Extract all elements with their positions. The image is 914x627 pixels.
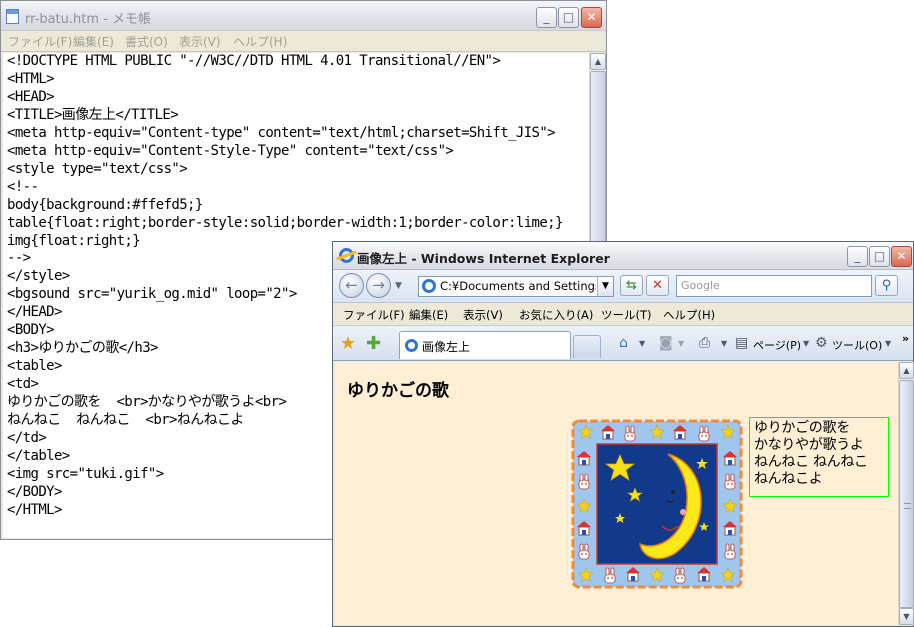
ie-window: 画像左上 - Windows Internet Explorer _ □ ✕ ←… [332,241,914,627]
rss-dropdown-icon[interactable]: ▼ [678,339,684,348]
chevron-up-icon: ▲ [594,57,602,66]
home-icon[interactable]: ⌂ [619,335,628,351]
add-favorite-icon[interactable]: ✚ [366,333,381,354]
page-heading: ゆりかごの歌 [347,381,449,401]
print-dropdown-icon[interactable]: ▼ [721,339,727,348]
notepad-title: rr-batu.htm - メモ帳 [25,12,151,27]
address-dropdown-button[interactable]: ▼ [597,277,613,296]
forward-icon: → [372,276,385,294]
ie-menubar: ファイル(F) 編集(E) 表示(V) お気に入り(A) ツール(T) ヘルプ(… [333,303,913,325]
poem-table: ゆりかごの歌を かなりやが歌うよ ねんねこ ねんねこ ねんねこよ [749,417,889,497]
code-line: body{background:#ffefd5;} [7,196,203,213]
ie-menu-favorites[interactable]: お気に入り(A) [519,307,593,323]
tab-current[interactable]: 画像左上 [399,331,571,359]
close-button[interactable]: ✕ [581,7,602,28]
search-icon: ⚲ [881,278,892,293]
minimize-icon: _ [543,10,550,24]
poem-line: ねんねこ ねんねこ [754,454,868,470]
forward-button[interactable]: → [366,273,391,298]
search-input[interactable]: Google [676,275,872,297]
ie-menu-help[interactable]: ヘルプ(H) [663,307,715,323]
menu-help[interactable]: ヘルプ(H) [233,33,287,50]
back-icon: ← [345,276,358,294]
moon-image [571,419,743,589]
ie-menu-edit[interactable]: 編集(E) [409,307,448,323]
poem-line: ねんねこよ [754,471,823,487]
tab-label: 画像左上 [422,340,471,354]
menu-file[interactable]: ファイル(F) [8,33,72,50]
close-icon: ✕ [586,10,597,24]
rss-icon[interactable]: ◙ [659,335,673,351]
code-line: <meta http-equiv="Content-Style-Type" co… [7,142,454,159]
address-text: C:¥Documents and Settings¥hi [440,279,596,293]
page-dropdown-icon[interactable]: ▼ [803,339,809,348]
code-line: <style type="text/css"> [7,160,188,177]
minimize-button[interactable]: _ [536,7,557,28]
code-line: table{float:right;border-style:solid;bor… [7,214,563,231]
stop-button[interactable]: ✕ [646,275,669,296]
ie-scroll-up-button[interactable]: ▲ [899,362,914,379]
code-line: <!-- [7,178,39,195]
ie-scrollbar[interactable]: ▲ ▼ [898,362,914,625]
ie-scroll-down-button[interactable]: ▼ [899,608,914,625]
history-dropdown-icon[interactable]: ▼ [395,281,402,291]
menu-format[interactable]: 書式(O) [125,33,168,50]
ie-close-button[interactable]: ✕ [891,246,912,267]
stop-icon: ✕ [652,278,663,293]
notepad-menubar: ファイル(F) 編集(E) 書式(O) 表示(V) ヘルプ(H) [1,31,606,52]
ie-titlebar[interactable]: 画像左上 - Windows Internet Explorer _ □ ✕ [333,242,913,270]
ie-menu-tools[interactable]: ツール(T) [601,307,652,323]
close-icon: ✕ [896,249,907,263]
tools-menu-button[interactable]: ツール(O) [832,337,882,353]
code-line: <TITLE>画像左上</TITLE> [7,106,179,123]
ie-logo-icon [339,248,354,263]
refresh-button[interactable]: ⇆ [620,275,643,296]
code-line: <!DOCTYPE HTML PUBLIC "-//W3C//DTD HTML … [7,53,501,69]
notepad-icon [6,9,19,24]
grip-icon [904,503,911,509]
code-line: <HEAD> [7,88,55,105]
tools-dropdown-icon[interactable]: ▼ [885,339,891,348]
page-viewport[interactable]: ゆりかごの歌 ゆりかごの歌を かなりやが歌うよ ねんねこ ねんねこ ねんねこよ [335,362,898,625]
maximize-icon: □ [873,249,886,263]
home-dropdown-icon[interactable]: ▼ [639,339,645,348]
page-icon [405,339,418,352]
poem-line: かなりやが歌うよ [754,437,864,453]
toolbar-overflow-chevron-icon[interactable]: » [902,332,909,345]
scroll-up-button[interactable]: ▲ [590,53,606,70]
back-button[interactable]: ← [339,273,364,298]
code-line: <meta http-equiv="Content-type" content=… [7,124,556,141]
new-tab-button[interactable] [573,335,601,358]
code-line: <HTML> [7,70,55,87]
address-input[interactable]: C:¥Documents and Settings¥hi ▼ [418,276,614,297]
ie-menu-file[interactable]: ファイル(F) [343,307,405,323]
chevron-down-icon: ▼ [903,612,910,621]
ie-maximize-button[interactable]: □ [869,246,890,267]
maximize-button[interactable]: □ [558,7,579,28]
poem-line: ゆりかごの歌を [754,420,850,436]
minimize-icon: _ [854,249,861,263]
ie-title: 画像左上 - Windows Internet Explorer [357,251,610,266]
maximize-icon: □ [562,10,575,24]
ie-minimize-button[interactable]: _ [847,246,868,267]
favorites-star-icon[interactable]: ★ [340,333,356,354]
refresh-icon: ⇆ [626,278,637,293]
search-button[interactable]: ⚲ [875,275,898,296]
ie-menu-view[interactable]: 表示(V) [463,307,503,323]
page-menu-button[interactable]: ページ(P) [753,337,801,353]
ie-tab-bar: ★ ✚ 画像左上 ⌂ ▼ ◙ ▼ ⎙ ▼ ▤ ページ(P) ▼ ⚙ ツール(O)… [333,325,913,361]
print-icon[interactable]: ⎙ [699,335,710,351]
ie-scroll-thumb[interactable] [899,380,914,608]
menu-view[interactable]: 表示(V) [179,33,221,50]
notepad-titlebar[interactable]: rr-batu.htm - メモ帳 _ □ ✕ [1,1,606,31]
page-icon [422,279,436,293]
gear-icon: ⚙ [815,335,828,351]
chevron-up-icon: ▲ [903,366,910,375]
chevron-down-icon: ▼ [602,281,609,291]
ie-address-bar: ← → ▼ C:¥Documents and Settings¥hi ▼ ⇆ ✕… [333,270,913,303]
menu-edit[interactable]: 編集(E) [73,33,114,50]
page-menu-icon: ▤ [735,335,749,351]
